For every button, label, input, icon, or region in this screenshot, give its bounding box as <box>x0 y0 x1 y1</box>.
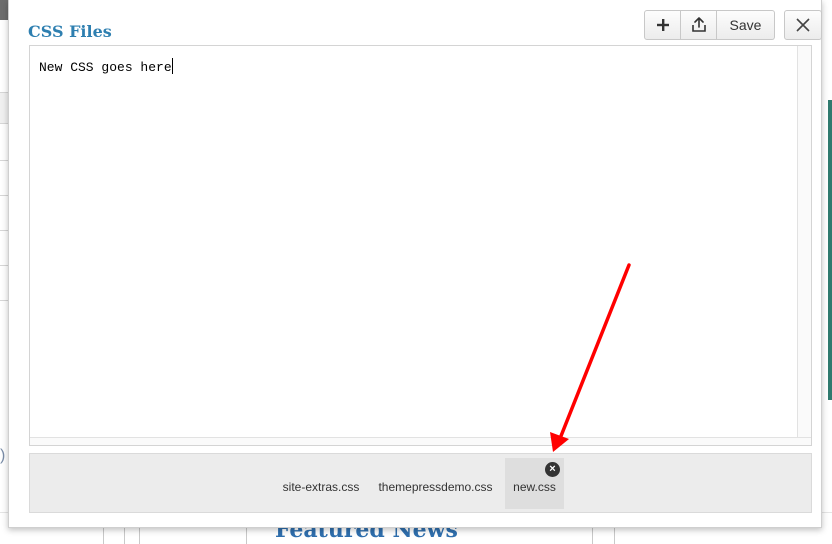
file-tab-label: new.css <box>513 480 556 494</box>
editor-toolbar: Save <box>644 10 775 40</box>
file-tab-label: site-extras.css <box>282 480 360 494</box>
file-tab-themepressdemo[interactable]: themepressdemo.css <box>373 458 498 509</box>
css-files-modal: CSS Files Save New CSS goes here site-ex… <box>8 0 822 528</box>
editor-horizontal-scrollbar[interactable] <box>30 437 811 445</box>
editor-content[interactable]: New CSS goes here <box>39 58 173 77</box>
file-tab-label: themepressdemo.css <box>378 480 493 494</box>
upload-icon <box>691 17 706 32</box>
close-circle-icon[interactable]: × <box>545 462 560 477</box>
editor-vertical-scrollbar[interactable] <box>797 46 811 445</box>
file-tab-new[interactable]: × new.css <box>505 458 564 509</box>
add-file-button[interactable] <box>644 10 681 40</box>
background-page-right <box>822 0 832 543</box>
file-tab-site-extras[interactable]: site-extras.css <box>277 458 365 509</box>
plus-icon <box>656 19 669 31</box>
background-glyph: ) <box>0 447 6 464</box>
editor-text-line: New CSS goes here <box>39 60 172 75</box>
text-caret <box>171 58 173 74</box>
close-modal-button[interactable] <box>784 10 822 40</box>
close-icon <box>796 18 810 32</box>
upload-button[interactable] <box>681 10 717 40</box>
background-accent-strip <box>828 100 832 400</box>
save-button[interactable]: Save <box>717 10 775 40</box>
file-tabs-bar: site-extras.css themepressdemo.css × new… <box>29 453 812 513</box>
modal-title: CSS Files <box>28 22 112 41</box>
css-editor[interactable]: New CSS goes here <box>29 45 812 446</box>
